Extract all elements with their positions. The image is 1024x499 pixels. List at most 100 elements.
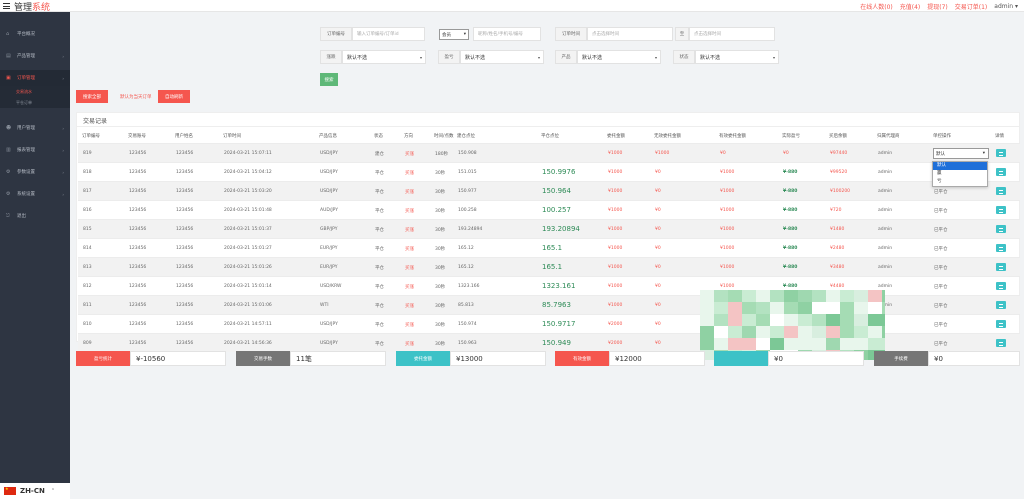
chevron-up-icon: ⌃ (50, 488, 56, 494)
nav-trade-orders[interactable]: 交易订单(1) (955, 2, 988, 11)
table-row[interactable]: 813 123456 123456 2024-03-21 15:01:26 EUR/JP… (78, 257, 1020, 276)
chevron-right-icon: › (62, 169, 64, 175)
cell-amount: ¥1000 (608, 303, 623, 308)
dropdown-option-default[interactable]: 默认 (933, 162, 987, 170)
nav-recharge[interactable]: 充值(4) (900, 2, 921, 11)
cell-open-price: 150.977 (458, 189, 477, 194)
nav-online-users[interactable]: 在线人数(0) (860, 2, 893, 11)
status-select[interactable]: 默认不选 ▾ (695, 50, 779, 64)
dropdown-option-win[interactable]: 赢 (933, 170, 987, 178)
cell-agent: admin (878, 265, 893, 270)
chevron-right-icon: › (62, 53, 64, 59)
mosaic-overlay (700, 290, 885, 360)
sidebar-item-reports[interactable]: ▥ 报表管理 › (0, 142, 70, 158)
nav-withdraw[interactable]: 提现(7) (927, 2, 948, 11)
mosaic-tile (714, 290, 728, 302)
cell-user-name: 123456 (176, 189, 194, 194)
sidebar-item-users[interactable]: ☻ 用户管理 › (0, 120, 70, 136)
user-type-value: 会员 (442, 32, 451, 38)
brand: 管理 系统 (3, 0, 50, 13)
detail-icon[interactable] (996, 244, 1006, 252)
detail-icon[interactable] (996, 282, 1006, 290)
cell-invalid-amount: ¥0 (655, 265, 661, 270)
sidebar-item-label: 退出 (17, 214, 26, 219)
sidebar-item-overview[interactable]: ⌂ 平台概况 (0, 26, 70, 42)
table-row[interactable]: 818 123456 123456 2024-03-21 15:04:12 USD/JP… (78, 162, 1020, 181)
column-header: 状态 (374, 134, 383, 139)
direction-select[interactable]: 默认不选 ▾ (342, 50, 426, 64)
mosaic-tile (784, 302, 798, 314)
action-select[interactable]: 默认 ▾ (933, 148, 989, 159)
sidebar-subitem-trade-flow[interactable]: 交易流水 (0, 86, 70, 97)
cell-agent: admin (878, 170, 893, 175)
summary-label-lots: 交易手数 (236, 351, 290, 366)
dropdown-option-lose[interactable]: 亏 (933, 178, 987, 186)
cell-pnl: ¥-880 (783, 246, 798, 251)
sidebar-item-orders[interactable]: ▣ 订单管理 › (0, 70, 70, 86)
detail-icon[interactable] (996, 149, 1006, 157)
cell-duration: 30秒 (435, 190, 446, 195)
cell-balance: ¥1480 (830, 227, 845, 232)
detail-icon[interactable] (996, 168, 1006, 176)
sidebar-item-params[interactable]: ⚙ 参数设置 › (0, 164, 70, 180)
sidebar-subitem-closed-orders[interactable]: 平仓订单 (0, 97, 70, 108)
profit-value: 默认不选 (465, 54, 486, 61)
result-dropdown[interactable]: 默认 赢 亏 (932, 161, 988, 187)
user-type-select[interactable]: 会员 ▾ (439, 29, 469, 40)
mosaic-tile (826, 338, 840, 350)
sidebar-item-system[interactable]: ⚙ 系统设置 › (0, 186, 70, 202)
cell-status: 平仓 (375, 266, 384, 271)
mosaic-tile (770, 314, 784, 326)
cell-user-name: 123456 (176, 303, 194, 308)
chevron-down-icon: ▾ (537, 54, 540, 60)
cell-duration: 30秒 (435, 323, 446, 328)
mosaic-tile (784, 326, 798, 338)
mosaic-tile (854, 326, 868, 338)
search-all-button[interactable]: 搜索全部 (76, 90, 108, 103)
cell-user-name: 123456 (176, 265, 194, 270)
detail-icon[interactable] (996, 187, 1006, 195)
detail-icon[interactable] (996, 263, 1006, 271)
cell-order-time: 2024-03-21 15:01:06 (224, 303, 272, 308)
product-select[interactable]: 默认不选 ▾ (577, 50, 661, 64)
profit-select[interactable]: 默认不选 ▾ (460, 50, 544, 64)
user-search-input[interactable]: 昵称/姓名/手机号/编号 (473, 27, 541, 41)
cell-open-price: 165.12 (458, 246, 474, 251)
detail-icon[interactable] (996, 320, 1006, 328)
cell-duration: 30秒 (435, 228, 446, 233)
home-icon: ⌂ (6, 30, 10, 37)
mosaic-tile (700, 314, 714, 326)
cell-order-time: 2024-03-21 14:56:36 (224, 341, 272, 346)
auto-refresh-button[interactable]: 自动刷新 (158, 90, 190, 103)
detail-icon[interactable] (996, 206, 1006, 214)
detail-icon[interactable] (996, 301, 1006, 309)
mosaic-tile (770, 302, 784, 314)
mosaic-tile (882, 302, 885, 314)
detail-icon[interactable] (996, 339, 1006, 347)
sidebar-item-logout[interactable]: ⎋ 退出 (0, 208, 70, 224)
order-no-input[interactable]: 输入订单编号/订单id (352, 27, 425, 41)
table-row[interactable]: 819 123456 123456 2024-03-21 15:07:11 USD/JP… (78, 143, 1020, 162)
detail-icon[interactable] (996, 225, 1006, 233)
table-row[interactable]: 814 123456 123456 2024-03-21 15:01:27 EUR/JP… (78, 238, 1020, 257)
cell-agent: admin (878, 227, 893, 232)
language-switcher[interactable]: ZH-CN ⌃ (0, 483, 70, 499)
top-bar: 管理 系统 在线人数(0) 充值(4) 提现(7) 交易订单(1) admin ▾ (0, 0, 1024, 13)
search-button[interactable]: 搜索 (320, 73, 338, 86)
time-start-input[interactable]: 点击选择时间 (587, 27, 673, 41)
time-end-input[interactable]: 点击选择时间 (689, 27, 775, 41)
table-row[interactable]: 815 123456 123456 2024-03-21 15:01:37 GBP/JP… (78, 219, 1020, 238)
chevron-down-icon: ▾ (654, 54, 657, 60)
mosaic-tile (770, 326, 784, 338)
cell-order-time: 2024-03-21 15:01:26 (224, 265, 272, 270)
menu-icon[interactable] (3, 3, 10, 9)
cell-invalid-amount: ¥0 (655, 189, 661, 194)
cell-duration: 30秒 (435, 209, 446, 214)
user-menu[interactable]: admin ▾ (994, 3, 1018, 10)
table-row[interactable]: 817 123456 123456 2024-03-21 15:03:20 USD/JP… (78, 181, 1020, 200)
sidebar-item-products[interactable]: ▤ 产品管理 › (0, 48, 70, 64)
sidebar-item-label: 平台概况 (17, 32, 35, 37)
table-row[interactable]: 816 123456 123456 2024-03-21 15:01:48 AUD/JP… (78, 200, 1020, 219)
cell-close-price: 85.7963 (542, 301, 571, 309)
cell-duration: 30秒 (435, 266, 446, 271)
